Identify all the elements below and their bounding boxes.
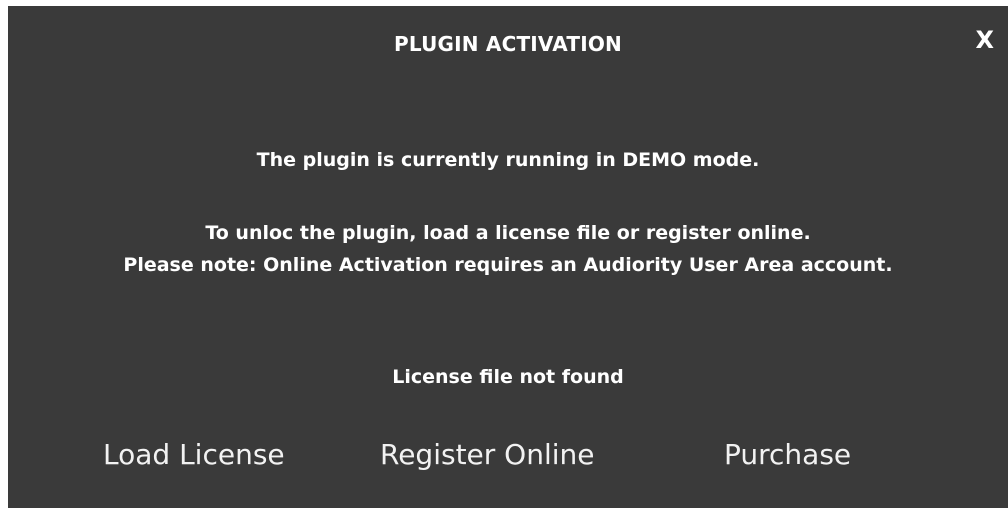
account-note: Please note: Online Activation requires …	[123, 254, 893, 276]
plugin-activation-dialog: PLUGIN ACTIVATION X The plugin is curren…	[8, 6, 1008, 508]
demo-mode-message: The plugin is currently running in DEMO …	[256, 149, 760, 171]
load-license-button[interactable]: Load License	[103, 438, 285, 471]
purchase-button[interactable]: Purchase	[724, 438, 851, 471]
unlock-instructions: To unloc the plugin, load a license file…	[205, 222, 811, 244]
close-icon[interactable]: X	[975, 28, 994, 52]
register-online-button[interactable]: Register Online	[380, 438, 595, 471]
dialog-title: PLUGIN ACTIVATION	[394, 32, 622, 56]
license-status: License file not found	[392, 366, 624, 388]
